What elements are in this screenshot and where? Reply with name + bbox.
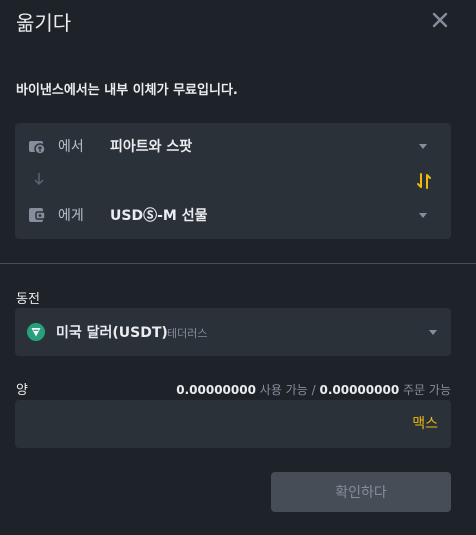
amount-label: 양 bbox=[16, 383, 28, 398]
close-icon[interactable] bbox=[430, 10, 450, 30]
balance-separator: / bbox=[311, 383, 316, 397]
coin-name: 미국 달러(USDT) bbox=[56, 325, 168, 341]
from-label: 에서 bbox=[58, 139, 84, 155]
to-label: 에게 bbox=[58, 208, 84, 224]
available-balance: 0.00000000 사용 가능 / 0.00000000 주문 가능 bbox=[176, 381, 451, 398]
free-transfer-notice: 바이낸스에서는 내부 이체가 무료입니다. bbox=[16, 83, 238, 98]
transfer-wallet-selector: 에서 피아트와 스팟 에게 USDⓈ-M 선물 bbox=[15, 123, 451, 239]
coin-label: 동전 bbox=[16, 292, 40, 307]
usdt-icon bbox=[27, 323, 45, 341]
confirm-button[interactable]: 확인하다 bbox=[271, 472, 451, 512]
available-text: 사용 가능 bbox=[259, 383, 308, 397]
chevron-down-icon bbox=[429, 330, 437, 335]
from-wallet-value: 피아트와 스팟 bbox=[110, 139, 193, 155]
max-button[interactable]: 맥스 bbox=[412, 413, 438, 433]
swap-icon[interactable] bbox=[416, 172, 432, 190]
coin-full-name: 테더러스 bbox=[167, 327, 208, 340]
wallet-icon bbox=[29, 141, 46, 155]
order-available-text: 주문 가능 bbox=[403, 383, 451, 397]
section-divider bbox=[0, 263, 476, 264]
chevron-down-icon bbox=[419, 143, 427, 149]
from-wallet-select[interactable]: 에서 피아트와 스팟 bbox=[15, 131, 451, 161]
coin-select[interactable]: 미국 달러(USDT) 테더러스 bbox=[15, 308, 451, 356]
to-wallet-value: USDⓈ-M 선물 bbox=[110, 208, 208, 224]
amount-input[interactable] bbox=[15, 400, 451, 448]
order-available-amount: 0.00000000 bbox=[319, 383, 400, 397]
wallet-icon bbox=[29, 208, 46, 222]
to-wallet-select[interactable]: 에게 USDⓈ-M 선물 bbox=[15, 200, 451, 230]
arrow-down-icon bbox=[34, 173, 44, 185]
available-amount: 0.00000000 bbox=[176, 383, 256, 397]
page-title: 옮기다 bbox=[16, 11, 72, 35]
chevron-down-icon bbox=[419, 212, 427, 218]
